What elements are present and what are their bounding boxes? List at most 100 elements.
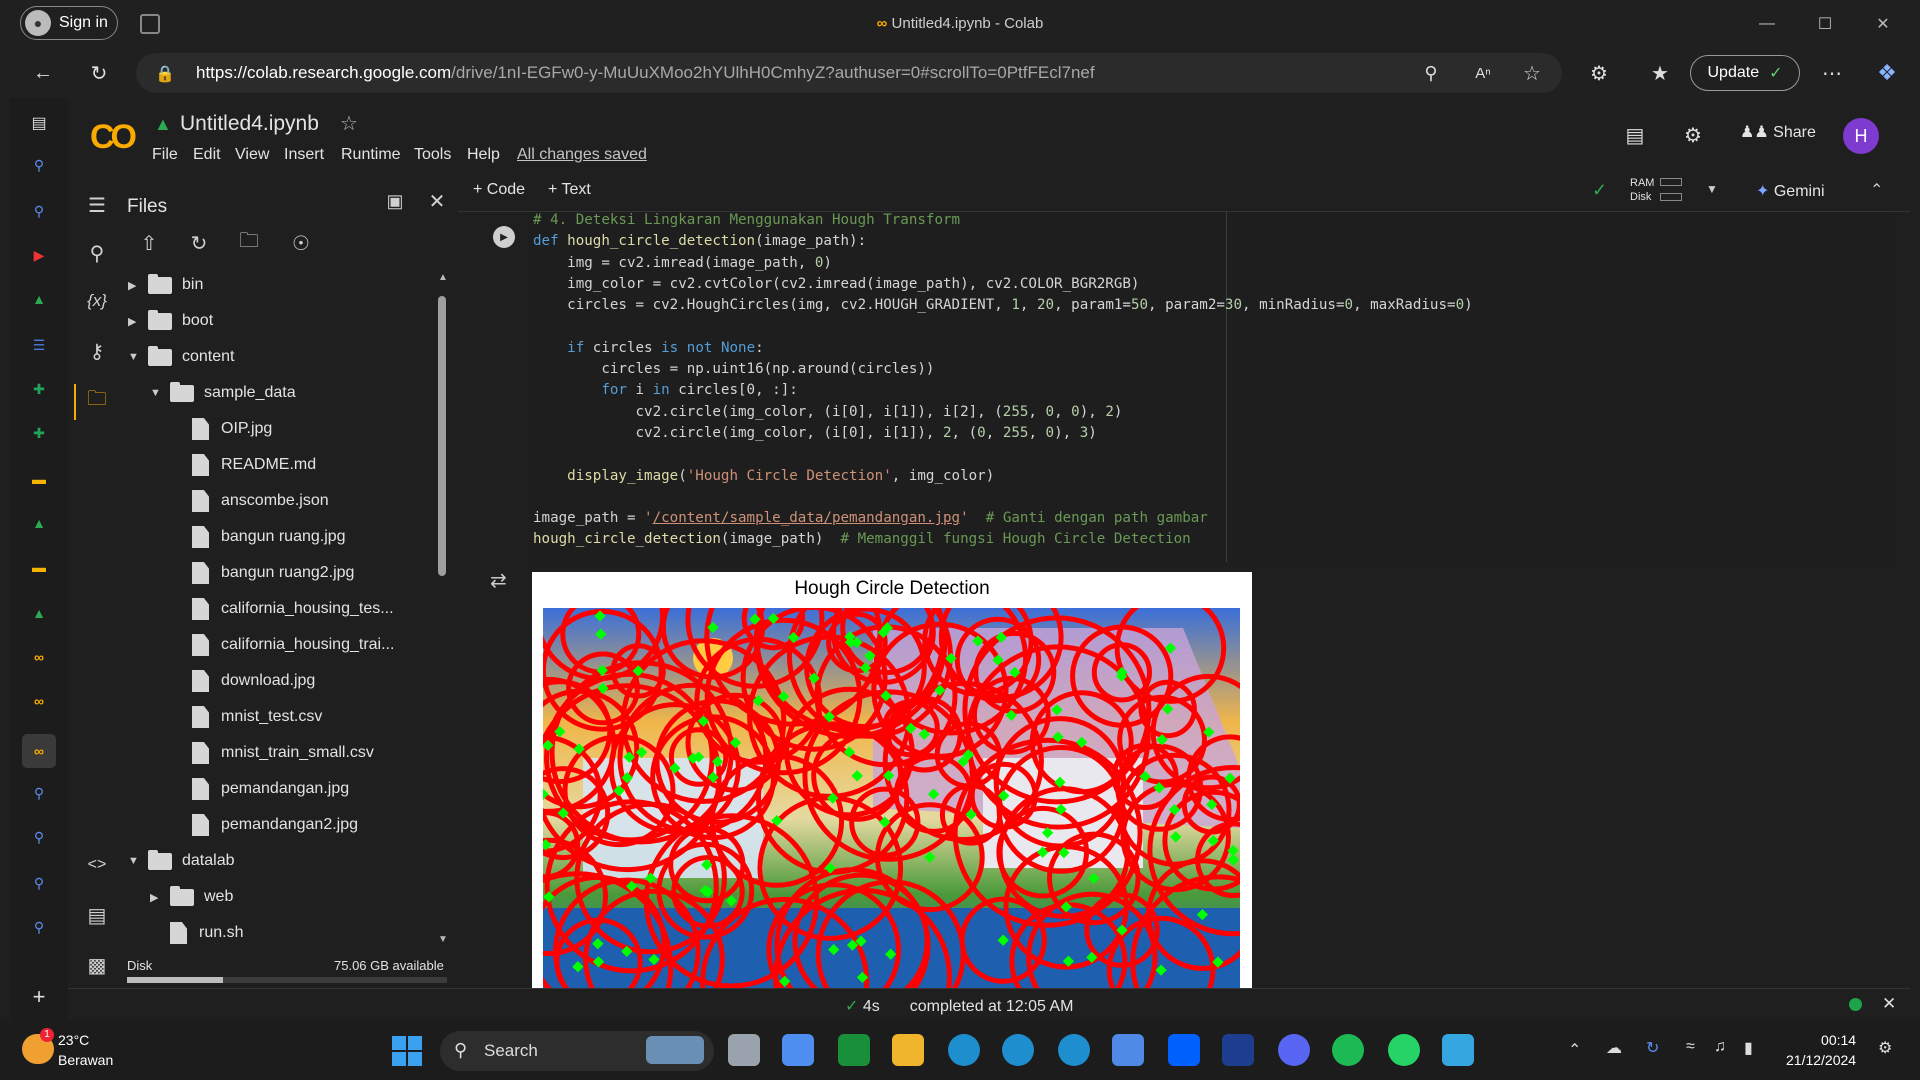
mount-drive-icon[interactable]: 🗀 bbox=[234, 228, 264, 258]
back-icon[interactable]: ← bbox=[26, 56, 60, 90]
scroll-up-icon[interactable]: ▲ bbox=[438, 272, 448, 283]
file-item[interactable]: pemandangan2.jpg bbox=[172, 810, 358, 840]
tab-search-icon[interactable]: ⚲ bbox=[26, 152, 52, 178]
tab-colab-icon[interactable]: ∞ bbox=[26, 688, 52, 714]
tab-sheets-icon[interactable]: ✚ bbox=[26, 376, 52, 402]
file-item[interactable]: bangun ruang2.jpg bbox=[172, 558, 354, 588]
runtime-dropdown-icon[interactable]: ▼ bbox=[1706, 182, 1718, 196]
code-snippets-icon[interactable]: <> bbox=[82, 850, 112, 880]
file-item[interactable]: pemandangan.jpg bbox=[172, 774, 349, 804]
app-icon[interactable] bbox=[838, 1034, 870, 1066]
system-clock[interactable]: 00:14 21/12/2024 bbox=[1786, 1030, 1856, 1070]
files-folder-icon[interactable]: 🗀 bbox=[82, 386, 112, 416]
expanded-arrow-icon[interactable]: ▼ bbox=[128, 351, 148, 363]
volume-icon[interactable]: ♫ bbox=[1714, 1038, 1726, 1056]
menu-file[interactable]: File bbox=[152, 146, 178, 164]
more-options-icon[interactable]: ⋯ bbox=[1815, 56, 1849, 90]
search-icon[interactable]: ⚲ bbox=[82, 238, 112, 268]
file-item[interactable]: run.sh bbox=[150, 918, 243, 948]
tab-colab-active-icon[interactable]: ∞ bbox=[22, 734, 56, 768]
add-code-button[interactable]: + Code bbox=[473, 181, 525, 199]
site-info-icon[interactable]: 🔒 bbox=[155, 64, 175, 84]
read-aloud-icon[interactable]: Aⁿ bbox=[1466, 56, 1500, 90]
folder-item[interactable]: ▼ sample_data bbox=[150, 378, 296, 408]
account-avatar[interactable]: H bbox=[1843, 118, 1879, 154]
edge-dev-icon[interactable] bbox=[1058, 1034, 1090, 1066]
expanded-arrow-icon[interactable]: ▼ bbox=[128, 855, 148, 867]
scroll-down-icon[interactable]: ▼ bbox=[438, 934, 448, 945]
reload-icon[interactable]: ↻ bbox=[82, 56, 116, 90]
folder-item[interactable]: ▶ boot bbox=[128, 306, 213, 336]
output-actions-icon[interactable]: ⇄ bbox=[490, 568, 507, 593]
star-icon[interactable]: ☆ bbox=[340, 111, 358, 136]
app-icon[interactable] bbox=[1222, 1034, 1254, 1066]
comments-icon[interactable]: ▤ bbox=[1618, 118, 1652, 152]
collapsed-arrow-icon[interactable]: ▶ bbox=[128, 279, 148, 292]
show-hidden-icons[interactable]: ⌃ bbox=[1568, 1040, 1581, 1060]
folder-item[interactable]: ▼ datalab bbox=[128, 846, 235, 876]
code-editor[interactable]: # 4. Deteksi Lingkaran Menggunakan Hough… bbox=[533, 210, 1473, 551]
copilot-icon[interactable]: ❖ bbox=[1870, 56, 1904, 90]
upload-file-icon[interactable]: ⇧ bbox=[134, 228, 164, 258]
secrets-key-icon[interactable]: ⚷ bbox=[82, 336, 112, 366]
menu-tools[interactable]: Tools bbox=[414, 146, 451, 164]
address-bar[interactable]: https://colab.research.google.com/drive/… bbox=[136, 53, 1562, 93]
edge-beta-icon[interactable] bbox=[1002, 1034, 1034, 1066]
dropbox-icon[interactable] bbox=[1168, 1034, 1200, 1066]
command-palette-icon[interactable]: ▤ bbox=[82, 900, 112, 930]
notepad-icon[interactable] bbox=[1442, 1034, 1474, 1066]
spotify-icon[interactable] bbox=[1332, 1034, 1364, 1066]
tab-drive-icon[interactable]: ▲ bbox=[26, 600, 52, 626]
onedrive-icon[interactable]: ☁ bbox=[1606, 1038, 1622, 1058]
tab-search-icon[interactable]: ⚲ bbox=[26, 824, 52, 850]
tab-search-icon[interactable]: ⚲ bbox=[26, 198, 52, 224]
tab-sheets-icon[interactable]: ✚ bbox=[26, 420, 52, 446]
extensions-icon[interactable]: ⚙ bbox=[1582, 56, 1616, 90]
folder-item[interactable]: ▼ content bbox=[128, 342, 234, 372]
notifications-icon[interactable]: ⚙ bbox=[1878, 1038, 1892, 1058]
collapsed-arrow-icon[interactable]: ▶ bbox=[150, 891, 170, 904]
tab-drive-icon[interactable]: ▲ bbox=[26, 286, 52, 312]
refresh-icon[interactable]: ↻ bbox=[184, 228, 214, 258]
terminal-icon[interactable]: ▩ bbox=[82, 950, 112, 980]
hide-files-icon[interactable]: ☉ bbox=[286, 228, 316, 258]
menu-help[interactable]: Help bbox=[467, 146, 500, 164]
close-window-icon[interactable]: ✕ bbox=[1860, 8, 1906, 40]
tab-slides-icon[interactable]: ▬ bbox=[26, 466, 52, 492]
gemini-button[interactable]: ✦ Gemini bbox=[1756, 181, 1825, 201]
wifi-icon[interactable]: ≈ bbox=[1686, 1038, 1695, 1056]
tab-colab-icon[interactable]: ∞ bbox=[26, 644, 52, 670]
menu-insert[interactable]: Insert bbox=[284, 146, 324, 164]
collapse-icon[interactable]: ⌃ bbox=[1870, 180, 1883, 200]
tab-drive-icon[interactable]: ▲ bbox=[26, 510, 52, 536]
copilot-app-icon[interactable] bbox=[782, 1034, 814, 1066]
menu-view[interactable]: View bbox=[235, 146, 269, 164]
add-text-button[interactable]: + Text bbox=[548, 181, 591, 199]
folder-item[interactable]: ▶ bin bbox=[128, 270, 203, 300]
files-scroll-thumb[interactable] bbox=[438, 296, 446, 576]
tab-search-icon[interactable]: ⚲ bbox=[26, 780, 52, 806]
share-button[interactable]: ♟♟ Share bbox=[1740, 122, 1816, 142]
folder-item[interactable]: ▶ web bbox=[150, 882, 233, 912]
favorite-star-icon[interactable]: ☆ bbox=[1515, 56, 1549, 90]
update-button[interactable]: Update ✓ bbox=[1690, 55, 1800, 91]
file-item[interactable]: bangun ruang.jpg bbox=[172, 522, 346, 552]
file-item[interactable]: OIP.jpg bbox=[172, 414, 272, 444]
collapsed-arrow-icon[interactable]: ▶ bbox=[128, 315, 148, 328]
tab-search-icon[interactable]: ⚲ bbox=[26, 870, 52, 896]
file-item[interactable]: download.jpg bbox=[172, 666, 315, 696]
close-status-icon[interactable]: ✕ bbox=[1882, 994, 1896, 1014]
execution-status[interactable]: ✓ 4s completed at 12:05 AM bbox=[845, 996, 1073, 1016]
minimize-icon[interactable]: — bbox=[1744, 8, 1790, 40]
colab-logo[interactable]: CO bbox=[90, 118, 137, 157]
file-item[interactable]: anscombe.json bbox=[172, 486, 329, 516]
resources-indicator[interactable]: RAM Disk bbox=[1630, 176, 1654, 204]
discord-icon[interactable] bbox=[1278, 1034, 1310, 1066]
battery-icon[interactable]: ▮ bbox=[1744, 1038, 1753, 1058]
run-cell-button[interactable]: ▶ bbox=[493, 226, 515, 248]
expanded-arrow-icon[interactable]: ▼ bbox=[150, 387, 170, 399]
tab-docs-icon[interactable]: ☰ bbox=[26, 332, 52, 358]
task-view-icon[interactable] bbox=[728, 1034, 760, 1066]
file-item[interactable]: california_housing_trai... bbox=[172, 630, 394, 660]
file-explorer-icon[interactable] bbox=[892, 1034, 924, 1066]
